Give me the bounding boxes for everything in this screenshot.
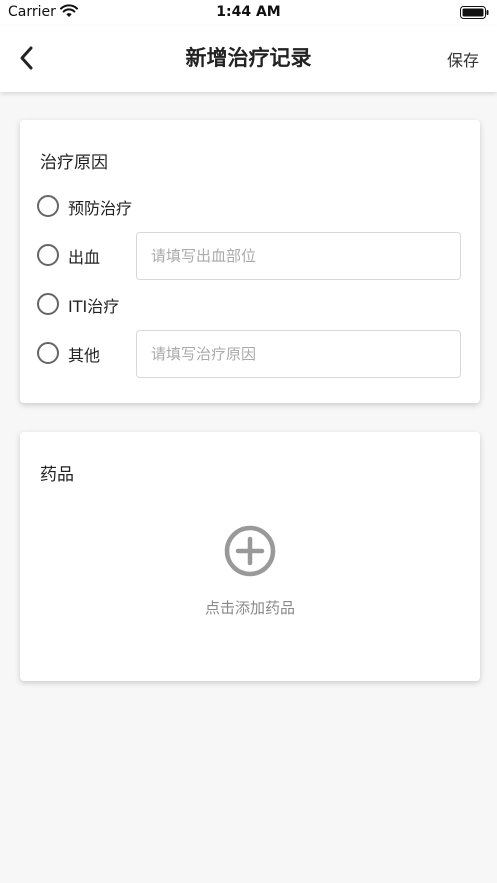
- medicine-title: 药品: [40, 465, 74, 485]
- option-iti[interactable]: ITI治疗: [37, 281, 461, 329]
- option-prevention[interactable]: 预防治疗: [37, 183, 461, 231]
- plus-circle-icon[interactable]: [223, 524, 277, 578]
- option-label-prevention: 预防治疗: [68, 199, 133, 218]
- other-reason-input[interactable]: [136, 330, 461, 378]
- option-other[interactable]: 其他: [37, 330, 461, 378]
- treatment-reason-card: 治疗原因 预防治疗 出血 ITI治疗 其他: [20, 120, 480, 403]
- bleeding-site-input[interactable]: [136, 232, 461, 280]
- option-bleeding[interactable]: 出血: [37, 232, 461, 280]
- treatment-reason-title: 治疗原因: [40, 153, 108, 173]
- status-time: 1:44 AM: [216, 4, 281, 20]
- battery-icon: [460, 6, 489, 19]
- page-title: 新增治疗记录: [185, 46, 312, 70]
- add-medicine-label: 点击添加药品: [204, 599, 295, 617]
- radio-other[interactable]: [37, 342, 59, 364]
- option-label-bleeding: 出血: [68, 248, 101, 267]
- option-label-iti: ITI治疗: [68, 297, 120, 316]
- status-bar: Carrier 1:44 AM: [0, 0, 497, 26]
- option-label-other: 其他: [68, 346, 101, 365]
- add-medicine-button[interactable]: 点击添加药品: [20, 524, 480, 624]
- radio-iti[interactable]: [37, 293, 59, 315]
- navigation-bar: 新增治疗记录 保存: [0, 26, 497, 92]
- save-button[interactable]: 保存: [447, 47, 479, 71]
- radio-bleeding[interactable]: [37, 244, 59, 266]
- medicine-card: 药品 点击添加药品: [20, 432, 480, 681]
- radio-prevention[interactable]: [37, 195, 59, 217]
